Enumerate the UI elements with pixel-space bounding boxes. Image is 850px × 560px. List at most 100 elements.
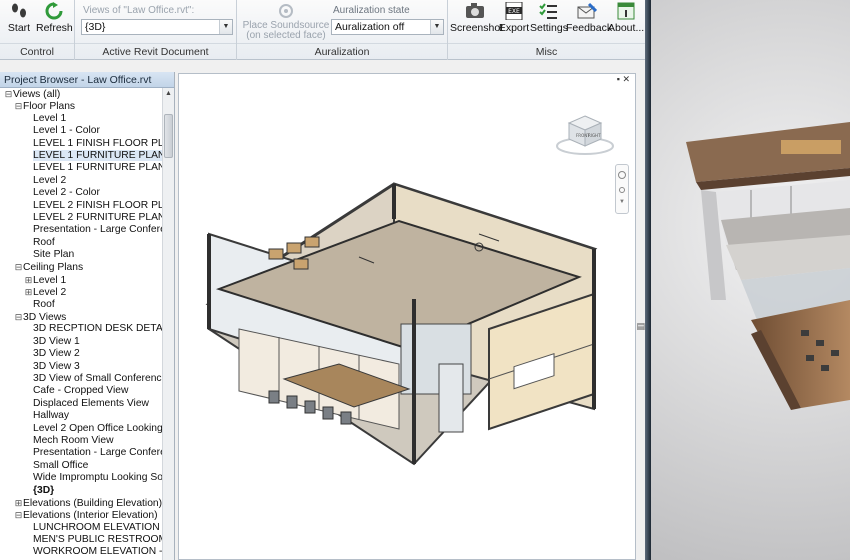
place-soundsource-button[interactable]: Place Soundsource (on selected face)	[241, 0, 331, 41]
tree-item[interactable]: LEVEL 2 FURNITURE PLAN	[0, 212, 163, 224]
tree-item-label: LEVEL 1 FURNITURE PLAN	[33, 149, 163, 161]
tree-item-label: 3D View 1	[33, 335, 80, 347]
tree-item[interactable]: LEVEL 1 FINISH FLOOR PLAN	[0, 138, 163, 150]
project-browser-scrollbar[interactable]: ▲	[162, 88, 174, 560]
export-button[interactable]: EXE Export	[498, 0, 530, 34]
chevron-down-icon: ▼	[430, 20, 443, 34]
ribbon: Start Refresh Control Views of "Law Offi…	[0, 0, 645, 60]
ribbon-group-active-document: Views of "Law Office.rvt": {3D} ▼ Active…	[75, 0, 237, 60]
expand-icon[interactable]: ⊞	[14, 497, 23, 509]
tree-item[interactable]: ⊟3D Views	[0, 311, 163, 323]
feedback-button[interactable]: Feedback	[566, 0, 612, 34]
settings-button[interactable]: Settings	[530, 0, 568, 34]
start-button[interactable]: Start	[4, 0, 34, 34]
3d-viewport[interactable]: ▪ ✕ FRONT RIGHT ▼ ▤	[178, 73, 645, 560]
tree-item[interactable]: ⊟Elevations (Interior Elevation)	[0, 509, 163, 521]
tree-item[interactable]: 3D RECPTION DESK DETAIL	[0, 323, 163, 335]
tree-item-label: Ceiling Plans	[23, 262, 84, 274]
misc-group-title: Misc	[535, 46, 558, 58]
scrollbar-thumb[interactable]	[164, 114, 173, 158]
about-button[interactable]: About...	[608, 0, 644, 34]
tree-item-label: Roof	[33, 236, 55, 248]
viewcube[interactable]: FRONT RIGHT	[555, 112, 615, 157]
tree-item-label: Level 1	[33, 274, 67, 286]
tree-item[interactable]: Cafe - Cropped View	[0, 385, 163, 397]
tree-item[interactable]: Presentation - Large Conferenc	[0, 447, 163, 459]
tree-item[interactable]: Level 1	[0, 113, 163, 125]
tree-item-label: Level 1	[33, 112, 67, 124]
tree-item[interactable]: WORKROOM ELEVATION - NO	[0, 546, 163, 558]
auralization-state-dropdown[interactable]: Auralization off ▼	[331, 19, 444, 35]
navigation-bar[interactable]: ▼	[615, 164, 629, 214]
tree-item[interactable]: MEN'S PUBLIC RESTROOM ELE	[0, 534, 163, 546]
mail-pencil-icon	[577, 2, 598, 20]
tree-item[interactable]: {3D}	[0, 485, 163, 497]
tree-item[interactable]: ⊞Level 1	[0, 274, 163, 286]
tree-item-label: Presentation - Large Conferenc	[33, 224, 163, 236]
tree-item[interactable]: Level 2 Open Office Looking W	[0, 423, 163, 435]
tree-item[interactable]: 3D View 1	[0, 336, 163, 348]
views-dropdown[interactable]: {3D} ▼	[81, 19, 233, 35]
collapse-icon[interactable]: ⊟	[14, 261, 23, 273]
tree-item[interactable]: Displaced Elements View	[0, 398, 163, 410]
tree-item[interactable]: Hallway	[0, 410, 163, 422]
refresh-button[interactable]: Refresh	[36, 0, 73, 34]
exe-file-icon: EXE	[504, 1, 524, 21]
building-3d-model	[205, 182, 598, 466]
tree-item[interactable]: 3D View 2	[0, 348, 163, 360]
tree-item[interactable]: Wide Impromptu Looking Sou	[0, 472, 163, 484]
tree-item-label: Wide Impromptu Looking Sou	[33, 472, 163, 484]
tree-item[interactable]: Roof	[0, 237, 163, 249]
tree-item-label: LEVEL 1 FURNITURE PLAN - LO	[33, 162, 163, 174]
expand-icon[interactable]: ⊞	[24, 286, 33, 298]
collapse-icon[interactable]: ⊟	[14, 509, 23, 521]
collapse-icon[interactable]: ⊟	[4, 88, 13, 100]
tree-item-label: WORKROOM ELEVATION - NO	[33, 546, 163, 558]
tree-item-label: Cafe - Cropped View	[33, 385, 129, 397]
tree-item[interactable]: ⊟Ceiling Plans	[0, 261, 163, 273]
collapse-icon[interactable]: ⊟	[14, 311, 23, 323]
tree-item[interactable]: Small Office	[0, 460, 163, 472]
expand-icon[interactable]: ⊞	[24, 274, 33, 286]
scroll-up-icon[interactable]: ▲	[163, 88, 174, 100]
tree-item[interactable]: ⊟Views (all)	[0, 88, 163, 100]
zoom-icon[interactable]	[619, 187, 625, 193]
project-browser-title: Project Browser - Law Office.rvt	[0, 72, 174, 88]
tree-item[interactable]: ⊟Floor Plans	[0, 100, 163, 112]
control-group-title: Control	[20, 46, 54, 58]
tree-item[interactable]: ⊞Elevations (Building Elevation)	[0, 497, 163, 509]
tree-item[interactable]: Level 1 - Color	[0, 125, 163, 137]
tree-item[interactable]: Roof	[0, 299, 163, 311]
collapse-icon[interactable]: ⊟	[14, 100, 23, 112]
tree-item-label: Presentation - Large Conferenc	[33, 447, 163, 459]
tree-item[interactable]: LEVEL 2 FINISH FLOOR PLAN	[0, 200, 163, 212]
screenshot-button[interactable]: Screenshot	[450, 0, 503, 34]
speaker-icon	[276, 2, 296, 20]
tree-item-label: LEVEL 2 FINISH FLOOR PLAN	[33, 199, 163, 211]
svg-text:EXE: EXE	[508, 8, 520, 15]
tree-item[interactable]: Mech Room View	[0, 435, 163, 447]
info-window-icon	[616, 2, 636, 20]
ribbon-group-misc: Screenshot EXE Export Settings Feedback	[448, 0, 645, 60]
tree-item[interactable]: Level 2 - Color	[0, 187, 163, 199]
tree-item[interactable]: LUNCHROOM ELEVATION - N	[0, 522, 163, 534]
tree-item[interactable]: Level 2	[0, 175, 163, 187]
viewcube-right-label: RIGHT	[588, 133, 601, 138]
tree-item[interactable]: 3D View of Small Conference R	[0, 373, 163, 385]
tree-item[interactable]: Presentation - Large Conferenc	[0, 224, 163, 236]
chevron-down-icon[interactable]: ▼	[616, 199, 628, 205]
tree-item-label: Level 2 - Color	[33, 187, 100, 199]
tree-item-label: Roof	[33, 298, 55, 310]
tree-item[interactable]: Site Plan	[0, 249, 163, 261]
rendered-model-preview	[651, 0, 850, 560]
tree-item[interactable]: LEVEL 1 FURNITURE PLAN	[0, 149, 163, 162]
tree-item[interactable]: LEVEL 1 FURNITURE PLAN - LO	[0, 162, 163, 174]
viewport-scroll-handle[interactable]: ▤	[636, 321, 645, 332]
camera-icon	[465, 2, 485, 20]
viewport-close-icon[interactable]: ▪ ✕	[617, 74, 630, 85]
tree-item[interactable]: 3D View 3	[0, 361, 163, 373]
project-browser-tree: ⊟Views (all) ⊟Floor Plans Level 1 Level 1 -…	[0, 88, 163, 560]
tree-item-label: Displaced Elements View	[33, 397, 149, 409]
tree-item[interactable]: ⊞Level 2	[0, 286, 163, 298]
steering-wheel-icon[interactable]	[618, 171, 626, 179]
